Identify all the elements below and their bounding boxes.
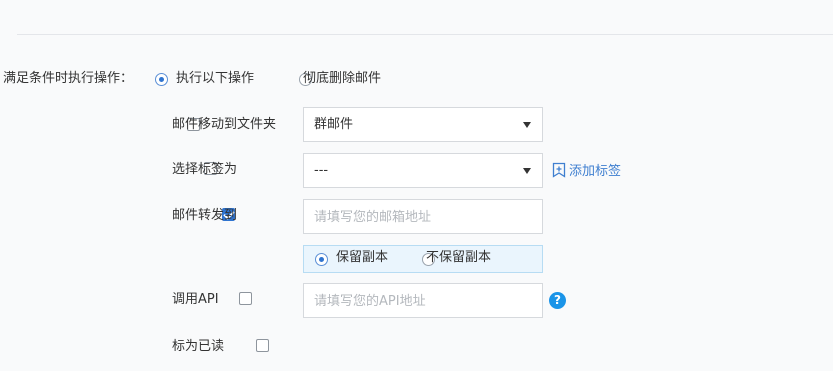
- move-to-folder-label[interactable]: 邮件移动到文件夹: [172, 117, 276, 133]
- folder-select-value: 群邮件: [314, 117, 354, 132]
- tag-select-value: ---: [314, 163, 329, 178]
- question-icon[interactable]: ?: [549, 292, 566, 309]
- add-tag-icon: [552, 162, 566, 178]
- api-url-field[interactable]: [303, 283, 543, 318]
- chevron-down-icon: [523, 122, 531, 128]
- radio-keep-copy[interactable]: [315, 253, 328, 266]
- call-api-label[interactable]: 调用API: [172, 292, 219, 308]
- radio-keep-copy-label[interactable]: 保留副本: [336, 250, 388, 266]
- mark-read-checkbox[interactable]: [255, 339, 269, 352]
- api-url-input[interactable]: [314, 293, 534, 309]
- copy-options-box: 保留副本 不保留副本: [303, 245, 543, 273]
- folder-select[interactable]: 群邮件: [303, 107, 543, 142]
- radio-execute-actions[interactable]: [155, 73, 168, 86]
- radio-execute-actions-label[interactable]: 执行以下操作: [176, 71, 254, 87]
- radio-no-copy-label[interactable]: 不保留副本: [426, 250, 491, 266]
- chevron-down-icon: [523, 168, 531, 174]
- top-divider: [17, 34, 833, 35]
- forward-email-field[interactable]: [303, 199, 543, 234]
- radio-permanent-delete-label[interactable]: 彻底删除邮件: [303, 71, 381, 87]
- call-api-checkbox[interactable]: [238, 292, 252, 305]
- add-tag-link[interactable]: 添加标签: [552, 162, 621, 180]
- add-tag-label: 添加标签: [569, 164, 622, 179]
- condition-label: 满足条件时执行操作：: [3, 71, 134, 86]
- mark-read-label[interactable]: 标为已读: [172, 339, 224, 355]
- tag-select[interactable]: ---: [303, 153, 543, 188]
- forward-label[interactable]: 邮件转发到: [172, 208, 237, 224]
- forward-email-input[interactable]: [314, 209, 534, 225]
- select-tag-label[interactable]: 选择标签为: [172, 162, 237, 178]
